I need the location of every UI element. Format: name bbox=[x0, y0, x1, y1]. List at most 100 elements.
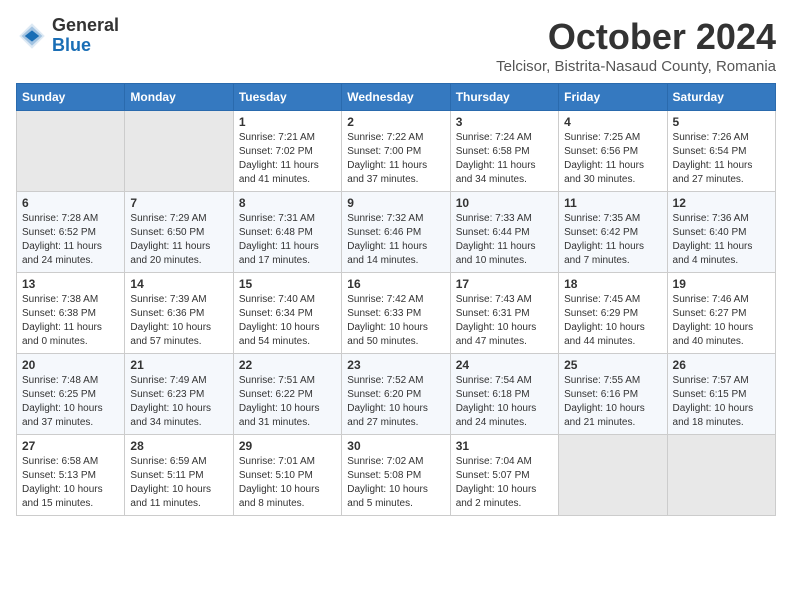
day-info: Sunrise: 7:52 AM Sunset: 6:20 PM Dayligh… bbox=[347, 374, 444, 430]
day-number: 24 bbox=[456, 358, 553, 372]
day-number: 4 bbox=[564, 115, 661, 129]
logo-blue: Blue bbox=[52, 36, 119, 56]
day-number: 31 bbox=[456, 439, 553, 453]
day-number: 10 bbox=[456, 196, 553, 210]
day-info: Sunrise: 7:48 AM Sunset: 6:25 PM Dayligh… bbox=[22, 374, 119, 430]
calendar-cell bbox=[559, 435, 667, 516]
day-info: Sunrise: 7:29 AM Sunset: 6:50 PM Dayligh… bbox=[130, 212, 227, 268]
calendar-table: SundayMondayTuesdayWednesdayThursdayFrid… bbox=[16, 83, 776, 516]
day-number: 11 bbox=[564, 196, 661, 210]
day-number: 8 bbox=[239, 196, 336, 210]
day-info: Sunrise: 7:04 AM Sunset: 5:07 PM Dayligh… bbox=[456, 455, 553, 511]
calendar-cell: 18Sunrise: 7:45 AM Sunset: 6:29 PM Dayli… bbox=[559, 273, 667, 354]
day-number: 9 bbox=[347, 196, 444, 210]
calendar-cell bbox=[17, 111, 125, 192]
day-number: 1 bbox=[239, 115, 336, 129]
calendar-cell: 21 Sunrise: 7:49 AM Sunset: 6:23 PM Dayli… bbox=[125, 354, 233, 435]
calendar-cell: 22 Sunrise: 7:51 AM Sunset: 6:22 PM Dayli… bbox=[233, 354, 341, 435]
day-info: Sunrise: 7:57 AM Sunset: 6:15 PM Dayligh… bbox=[673, 374, 770, 430]
day-info: Sunrise: 7:42 AM Sunset: 6:33 PM Dayligh… bbox=[347, 293, 444, 349]
day-number: 21 bbox=[130, 358, 227, 372]
day-info: Sunrise: 7:51 AM Sunset: 6:22 PM Dayligh… bbox=[239, 374, 336, 430]
calendar-cell: 24 Sunrise: 7:54 AM Sunset: 6:18 PM Dayli… bbox=[450, 354, 558, 435]
day-number: 30 bbox=[347, 439, 444, 453]
day-number: 20 bbox=[22, 358, 119, 372]
weekday-row: SundayMondayTuesdayWednesdayThursdayFrid… bbox=[17, 84, 776, 111]
day-info: Sunrise: 7:24 AM Sunset: 6:58 PM Dayligh… bbox=[456, 131, 553, 187]
day-number: 13 bbox=[22, 277, 119, 291]
calendar-cell: 6 Sunrise: 7:28 AM Sunset: 6:52 PM Daylig… bbox=[17, 192, 125, 273]
day-number: 2 bbox=[347, 115, 444, 129]
day-number: 23 bbox=[347, 358, 444, 372]
day-info: Sunrise: 7:01 AM Sunset: 5:10 PM Dayligh… bbox=[239, 455, 336, 511]
calendar-cell: 4Sunrise: 7:25 AM Sunset: 6:56 PM Daylig… bbox=[559, 111, 667, 192]
day-info: Sunrise: 7:02 AM Sunset: 5:08 PM Dayligh… bbox=[347, 455, 444, 511]
calendar-cell: 28Sunrise: 6:59 AM Sunset: 5:11 PM Dayli… bbox=[125, 435, 233, 516]
day-number: 5 bbox=[673, 115, 770, 129]
day-info: Sunrise: 7:54 AM Sunset: 6:18 PM Dayligh… bbox=[456, 374, 553, 430]
calendar-week-row: 27 Sunrise: 6:58 AM Sunset: 5:13 PM Dayli… bbox=[17, 435, 776, 516]
calendar-cell: 13 Sunrise: 7:38 AM Sunset: 6:38 PM Dayli… bbox=[17, 273, 125, 354]
calendar-cell: 5 Sunrise: 7:26 AM Sunset: 6:54 PM Daylig… bbox=[667, 111, 775, 192]
title-block: October 2024 Telcisor, Bistrita-Nasaud C… bbox=[496, 16, 776, 75]
day-info: Sunrise: 6:58 AM Sunset: 5:13 PM Dayligh… bbox=[22, 455, 119, 511]
calendar-cell: 10 Sunrise: 7:33 AM Sunset: 6:44 PM Dayli… bbox=[450, 192, 558, 273]
day-info: Sunrise: 7:28 AM Sunset: 6:52 PM Dayligh… bbox=[22, 212, 119, 268]
calendar-cell bbox=[125, 111, 233, 192]
day-info: Sunrise: 7:26 AM Sunset: 6:54 PM Dayligh… bbox=[673, 131, 770, 187]
calendar-week-row: 6 Sunrise: 7:28 AM Sunset: 6:52 PM Daylig… bbox=[17, 192, 776, 273]
day-number: 7 bbox=[130, 196, 227, 210]
month-title: October 2024 bbox=[496, 16, 776, 58]
calendar-cell: 25Sunrise: 7:55 AM Sunset: 6:16 PM Dayli… bbox=[559, 354, 667, 435]
day-info: Sunrise: 7:40 AM Sunset: 6:34 PM Dayligh… bbox=[239, 293, 336, 349]
calendar-cell bbox=[667, 435, 775, 516]
day-number: 26 bbox=[673, 358, 770, 372]
calendar-week-row: 1 Sunrise: 7:21 AM Sunset: 7:02 PM Daylig… bbox=[17, 111, 776, 192]
calendar-cell: 30 Sunrise: 7:02 AM Sunset: 5:08 PM Dayli… bbox=[342, 435, 450, 516]
weekday-header: Tuesday bbox=[233, 84, 341, 111]
calendar-cell: 14Sunrise: 7:39 AM Sunset: 6:36 PM Dayli… bbox=[125, 273, 233, 354]
calendar-cell: 19 Sunrise: 7:46 AM Sunset: 6:27 PM Dayli… bbox=[667, 273, 775, 354]
day-info: Sunrise: 7:46 AM Sunset: 6:27 PM Dayligh… bbox=[673, 293, 770, 349]
day-info: Sunrise: 7:49 AM Sunset: 6:23 PM Dayligh… bbox=[130, 374, 227, 430]
weekday-header: Thursday bbox=[450, 84, 558, 111]
day-number: 17 bbox=[456, 277, 553, 291]
calendar-week-row: 20 Sunrise: 7:48 AM Sunset: 6:25 PM Dayli… bbox=[17, 354, 776, 435]
day-info: Sunrise: 7:36 AM Sunset: 6:40 PM Dayligh… bbox=[673, 212, 770, 268]
calendar-cell: 20 Sunrise: 7:48 AM Sunset: 6:25 PM Dayli… bbox=[17, 354, 125, 435]
calendar-cell: 3 Sunrise: 7:24 AM Sunset: 6:58 PM Daylig… bbox=[450, 111, 558, 192]
location: Telcisor, Bistrita-Nasaud County, Romani… bbox=[496, 58, 776, 75]
day-info: Sunrise: 7:35 AM Sunset: 6:42 PM Dayligh… bbox=[564, 212, 661, 268]
day-info: Sunrise: 7:31 AM Sunset: 6:48 PM Dayligh… bbox=[239, 212, 336, 268]
day-number: 27 bbox=[22, 439, 119, 453]
calendar-cell: 1 Sunrise: 7:21 AM Sunset: 7:02 PM Daylig… bbox=[233, 111, 341, 192]
day-number: 22 bbox=[239, 358, 336, 372]
logo-text: General Blue bbox=[52, 16, 119, 56]
day-info: Sunrise: 7:45 AM Sunset: 6:29 PM Dayligh… bbox=[564, 293, 661, 349]
day-info: Sunrise: 7:39 AM Sunset: 6:36 PM Dayligh… bbox=[130, 293, 227, 349]
calendar-cell: 27 Sunrise: 6:58 AM Sunset: 5:13 PM Dayli… bbox=[17, 435, 125, 516]
calendar-week-row: 13 Sunrise: 7:38 AM Sunset: 6:38 PM Dayli… bbox=[17, 273, 776, 354]
calendar-cell: 7 Sunrise: 7:29 AM Sunset: 6:50 PM Daylig… bbox=[125, 192, 233, 273]
day-info: Sunrise: 7:32 AM Sunset: 6:46 PM Dayligh… bbox=[347, 212, 444, 268]
day-info: Sunrise: 7:21 AM Sunset: 7:02 PM Dayligh… bbox=[239, 131, 336, 187]
calendar-cell: 11 Sunrise: 7:35 AM Sunset: 6:42 PM Dayli… bbox=[559, 192, 667, 273]
day-number: 19 bbox=[673, 277, 770, 291]
calendar-cell: 12 Sunrise: 7:36 AM Sunset: 6:40 PM Dayli… bbox=[667, 192, 775, 273]
day-info: Sunrise: 7:43 AM Sunset: 6:31 PM Dayligh… bbox=[456, 293, 553, 349]
day-number: 6 bbox=[22, 196, 119, 210]
weekday-header: Wednesday bbox=[342, 84, 450, 111]
day-number: 12 bbox=[673, 196, 770, 210]
day-number: 3 bbox=[456, 115, 553, 129]
calendar-cell: 29Sunrise: 7:01 AM Sunset: 5:10 PM Dayli… bbox=[233, 435, 341, 516]
day-info: Sunrise: 7:38 AM Sunset: 6:38 PM Dayligh… bbox=[22, 293, 119, 349]
day-number: 25 bbox=[564, 358, 661, 372]
calendar-cell: 16Sunrise: 7:42 AM Sunset: 6:33 PM Dayli… bbox=[342, 273, 450, 354]
calendar-cell: 9 Sunrise: 7:32 AM Sunset: 6:46 PM Daylig… bbox=[342, 192, 450, 273]
calendar-cell: 15Sunrise: 7:40 AM Sunset: 6:34 PM Dayli… bbox=[233, 273, 341, 354]
calendar-cell: 31 Sunrise: 7:04 AM Sunset: 5:07 PM Dayli… bbox=[450, 435, 558, 516]
calendar-body: 1 Sunrise: 7:21 AM Sunset: 7:02 PM Daylig… bbox=[17, 111, 776, 516]
day-info: Sunrise: 7:33 AM Sunset: 6:44 PM Dayligh… bbox=[456, 212, 553, 268]
calendar-header: SundayMondayTuesdayWednesdayThursdayFrid… bbox=[17, 84, 776, 111]
day-info: Sunrise: 6:59 AM Sunset: 5:11 PM Dayligh… bbox=[130, 455, 227, 511]
